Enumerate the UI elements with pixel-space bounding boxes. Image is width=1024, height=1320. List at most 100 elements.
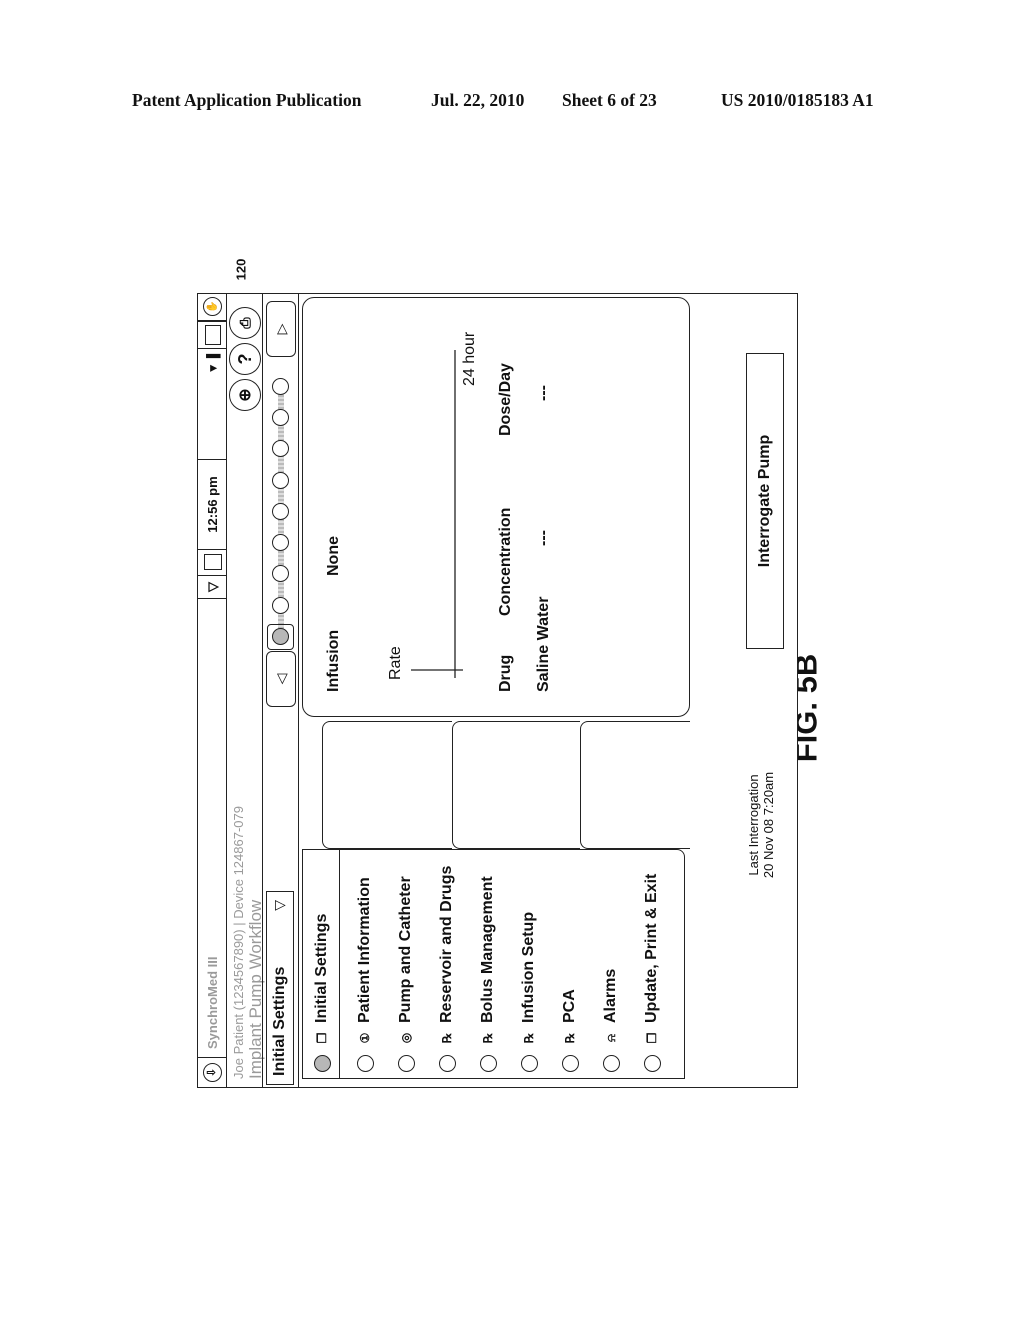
step-dot[interactable] (272, 378, 289, 395)
menu-item[interactable]: ℞ PCA (555, 850, 585, 1078)
menu-item-radio[interactable] (520, 1055, 538, 1072)
menu-item-radio[interactable] (643, 1055, 661, 1072)
print-button[interactable]: ⎙ (229, 307, 261, 339)
infusion-label: Infusion (325, 629, 342, 692)
tab-card-3[interactable] (580, 721, 690, 849)
step-dot[interactable] (272, 471, 289, 489)
dropdown-icon: ▽ (204, 582, 220, 592)
device-screen: ⇩ SynchroMed III ▽ 12:56 pm ▼▐ ✋ Joe Pat… (197, 293, 798, 1088)
menu-item-icon: ℞ (481, 1032, 495, 1044)
interrogate-pump-button[interactable]: Interrogate Pump (746, 353, 784, 649)
menu-item-icon: ① (358, 1032, 372, 1044)
column-concentration: Concentration (497, 507, 514, 616)
status-bar: ⇩ SynchroMed III ▽ 12:56 pm ▼▐ ✋ (198, 294, 227, 1087)
header-divider (262, 294, 263, 1087)
menu-item-label: Infusion Setup (520, 911, 537, 1023)
column-drug: Drug (497, 654, 514, 692)
print-icon: ⎙ (236, 317, 253, 329)
menu-item[interactable]: ❐ Update, Print & Exit (637, 850, 667, 1078)
step-dot[interactable] (272, 440, 289, 458)
toolbar-divider (298, 294, 299, 1087)
menu-item-radio[interactable] (602, 1055, 620, 1072)
menu-item-label: Update, Print & Exit (643, 873, 660, 1023)
concentration-value: --- (535, 530, 552, 546)
menu-item-radio[interactable] (397, 1055, 415, 1072)
patient-device-info: Joe Patient (1234567890) | Device 124867… (231, 806, 246, 1079)
help-button[interactable]: ? (229, 343, 261, 375)
infusion-panel: Infusion None Rate 24 hour Drug Concentr… (302, 297, 690, 717)
window-icon (204, 325, 221, 345)
step-dot[interactable] (272, 565, 289, 583)
forward-arrow-icon: ▷ (272, 323, 289, 335)
menu-item[interactable]: ℞ Reservoir and Drugs (432, 850, 462, 1078)
back-arrow-icon: ◁ (272, 673, 289, 685)
menu-down-icon: ⇩ (203, 1063, 222, 1082)
menu-item-radio[interactable] (561, 1055, 579, 1072)
step-dot[interactable] (272, 409, 289, 427)
menu-item[interactable]: ❐ Initial Settings (305, 850, 340, 1078)
last-interrogation-label: Last Interrogation (746, 774, 761, 876)
forward-button[interactable]: ▷ (266, 301, 296, 357)
tab-card-2[interactable] (452, 721, 580, 849)
infusion-value: None (325, 536, 342, 576)
menu-item-icon: ℞ (522, 1032, 536, 1044)
menu-item-radio[interactable] (356, 1055, 374, 1072)
workflow-title: Implant Pump Workflow (246, 899, 265, 1079)
menu-item-radio[interactable] (313, 1055, 331, 1072)
last-interrogation-value: 20 Nov 08 7:20am (761, 771, 776, 879)
step-dot[interactable] (272, 628, 289, 645)
time-display: 12:56 pm (205, 476, 220, 533)
publication-sheet: Sheet 6 of 23 (562, 90, 657, 110)
menu-item[interactable]: ℞ Infusion Setup (514, 850, 544, 1078)
menu-item-icon: ❐ (315, 1032, 329, 1044)
step-dot[interactable] (272, 503, 289, 520)
publication-date: Jul. 22, 2010 (431, 90, 525, 110)
zoom-in-button[interactable]: ⊕ (229, 379, 261, 411)
chevron-down-icon: ▽ (271, 900, 287, 911)
hand-button[interactable]: ✋ (198, 294, 227, 321)
dose-day-value: --- (535, 385, 552, 401)
clock: 12:56 pm (198, 459, 227, 549)
menu-item-radio[interactable] (438, 1055, 456, 1072)
menu-item-radio[interactable] (479, 1055, 497, 1072)
window-button[interactable] (198, 321, 227, 349)
drug-value: Saline Water (535, 596, 552, 692)
publication-header: Patent Application Publication Jul. 22, … (0, 90, 1024, 114)
help-icon: ? (234, 353, 255, 365)
workflow-menu: ❐ Initial Settings ① Patient Information ◎ Pu… (302, 849, 685, 1079)
menu-item-icon: ⍾ (603, 1034, 618, 1042)
step-dot[interactable] (272, 596, 289, 614)
signal-status: ▼▐ (198, 349, 227, 379)
hand-icon: ✋ (203, 297, 222, 317)
publication-number: US 2010/0185183 A1 (721, 90, 874, 110)
menu-item-label: PCA (561, 989, 578, 1023)
menu-item[interactable]: ℞ Bolus Management (473, 850, 503, 1078)
workflow-stepper (267, 377, 294, 650)
menu-item-label: Pump and Catheter (397, 876, 414, 1023)
menu-item-label: Reservoir and Drugs (438, 865, 455, 1023)
app-name: SynchroMed III (205, 956, 220, 1049)
column-dose-day: Dose/Day (497, 363, 514, 436)
workflow-select[interactable]: Initial Settings ▽ (266, 891, 294, 1085)
app-menu-button[interactable]: ⇩ (198, 1057, 227, 1087)
last-interrogation: Last Interrogation 20 Nov 08 7:20am (746, 745, 776, 905)
telemetry-status (198, 549, 227, 575)
menu-item-label: Initial Settings (313, 913, 330, 1023)
signal-icon: ▼▐ (205, 353, 220, 375)
menu-item[interactable]: ◎ Pump and Catheter (391, 850, 421, 1078)
menu-item-icon: ℞ (440, 1032, 454, 1044)
menu-item-icon: ℞ (563, 1032, 577, 1044)
telemetry-icon (203, 554, 222, 571)
interrogate-pump-label: Interrogate Pump (756, 434, 773, 568)
step-dot[interactable] (272, 534, 289, 552)
menu-item[interactable]: ① Patient Information (350, 850, 380, 1078)
menu-item[interactable]: ⍾ Alarms (596, 850, 626, 1078)
dropdown-button[interactable]: ▽ (198, 575, 227, 599)
rate-axis-end-label: 24 hour (461, 331, 478, 386)
publication-title: Patent Application Publication (132, 90, 362, 110)
back-button[interactable]: ◁ (266, 651, 296, 707)
tab-card-1[interactable] (322, 721, 452, 849)
zoom-in-icon: ⊕ (237, 388, 254, 402)
menu-item-icon: ❐ (645, 1032, 659, 1044)
menu-item-label: Patient Information (356, 877, 373, 1023)
